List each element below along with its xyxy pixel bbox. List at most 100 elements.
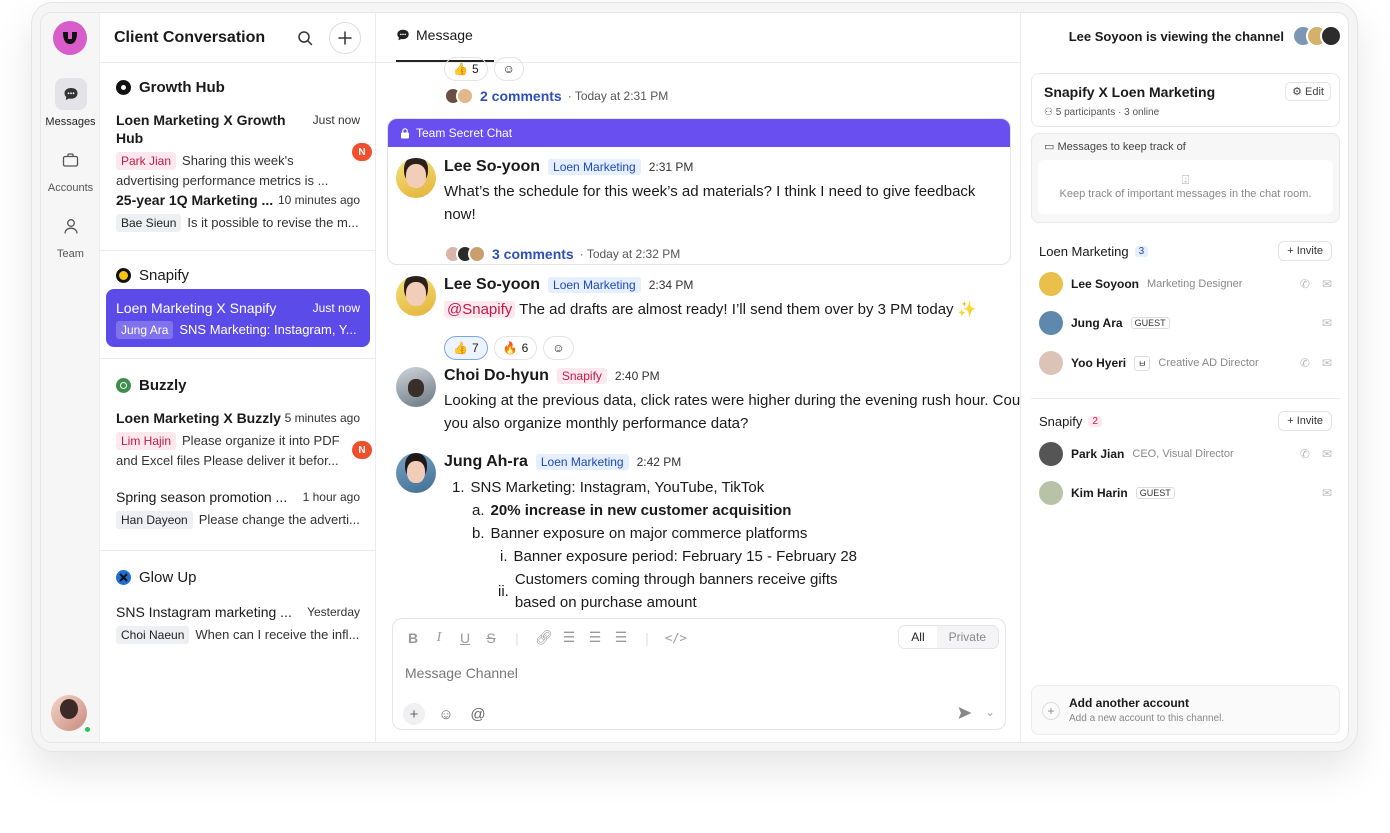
search-icon [298, 30, 313, 45]
thread-summary[interactable]: 2 comments · Today at 2:31 PM [444, 87, 668, 105]
user-avatar[interactable] [51, 695, 87, 731]
member-row[interactable]: Lee Soyoon Marketing Designer ✆ ✉ [1039, 271, 1332, 297]
member-name: Park Jian [1071, 447, 1125, 461]
inbox-icon: ⍗ [1181, 172, 1190, 187]
channel-title: Snapify X Loen Marketing [1044, 84, 1216, 100]
reaction-row: 👍 5 ☺ [444, 57, 524, 81]
org-icon: ㅂ [1134, 355, 1151, 371]
message-time: 2:40 PM [614, 369, 660, 383]
conversation-item[interactable]: Loen Marketing X Growth Hub Just now Park… [106, 111, 372, 191]
emoji-icon[interactable]: ☺ [435, 703, 457, 725]
people-icon: ⚇ [1044, 107, 1056, 118]
conversation-time: 1 hour ago [302, 490, 360, 504]
member-row[interactable]: Jung Ara GUEST ✉ [1039, 310, 1332, 336]
conversation-item-selected[interactable]: Loen Marketing X Snapify Just now Jung Ar… [106, 289, 370, 347]
mail-icon[interactable]: ✉ [1322, 356, 1332, 370]
mail-icon[interactable]: ✉ [1322, 277, 1332, 291]
visibility-toggle: All Private [898, 625, 999, 649]
list-item: Banner exposure on major commerce platfo… [490, 525, 808, 542]
underline-icon[interactable]: U [457, 630, 473, 646]
divider [100, 550, 376, 551]
chevron-down-icon[interactable]: ⌄ [985, 705, 995, 719]
invite-button[interactable]: + Invite [1278, 241, 1332, 261]
search-button[interactable] [289, 22, 321, 54]
strikethrough-icon[interactable]: S [483, 630, 499, 646]
code-icon[interactable]: </> [665, 631, 687, 645]
reaction-thumbs-up[interactable]: 👍 5 [444, 57, 488, 81]
conversation-item[interactable]: Spring season promotion ... 1 hour ago Ha… [106, 488, 370, 530]
avatar[interactable] [396, 276, 436, 316]
message-input[interactable]: Message Channel [405, 665, 518, 681]
tracked-messages-card: ▭ Messages to keep track of ⍗ Keep track … [1031, 133, 1340, 223]
member-row[interactable]: Kim Harin GUEST ✉ [1039, 480, 1332, 506]
mention-icon[interactable]: @ [467, 703, 489, 725]
add-account-card[interactable]: + Add another account Add a new account … [1031, 685, 1340, 735]
conversation-title: Loen Marketing X Buzzly [116, 410, 281, 426]
reaction-fire[interactable]: 🔥 6 [493, 336, 538, 360]
buzzly-logo-icon [116, 378, 131, 393]
sender-name[interactable]: Choi Do-hyun [444, 367, 549, 385]
reaction-row: 👍 7 🔥 6 ☺ [444, 336, 574, 360]
tab-message[interactable]: Message [396, 27, 473, 43]
phone-icon[interactable]: ✆ [1300, 447, 1310, 461]
mail-icon[interactable]: ✉ [1322, 447, 1332, 461]
conversation-snippet: When can I receive the infl... [195, 627, 360, 642]
conversation-title: 25-year 1Q Marketing ... [116, 192, 274, 208]
mail-icon[interactable]: ✉ [1322, 316, 1332, 330]
phone-icon[interactable]: ✆ [1300, 356, 1310, 370]
invite-button[interactable]: + Invite [1278, 411, 1332, 431]
visibility-private[interactable]: Private [936, 626, 998, 648]
send-icon[interactable] [957, 705, 973, 726]
ordered-list-icon[interactable]: ☰ [561, 629, 577, 646]
secret-chat-label: Team Secret Chat [416, 126, 513, 140]
org-chip: Loen Marketing [535, 454, 629, 470]
sender-tag: Jung Ara [116, 321, 174, 339]
visibility-all[interactable]: All [899, 626, 937, 648]
group-name: Snapify [139, 267, 190, 284]
thread-summary[interactable]: 3 comments · Today at 2:32 PM [444, 245, 680, 263]
add-reaction-button[interactable]: ☺ [543, 336, 574, 360]
section-name: Snapify [1039, 413, 1083, 429]
avatar[interactable] [396, 453, 436, 493]
rail-messages[interactable]: Messages [41, 78, 100, 128]
phone-icon[interactable]: ✆ [1300, 277, 1310, 291]
mail-icon[interactable]: ✉ [1322, 486, 1332, 500]
member-role: CEO, Visual Director [1132, 448, 1234, 460]
avatar[interactable] [396, 367, 436, 407]
sender-name[interactable]: Lee So-yoon [444, 276, 540, 294]
attach-plus-icon[interactable]: + [403, 703, 425, 725]
thumbs-up-icon: 👍 [453, 62, 468, 76]
member-row[interactable]: Park Jian CEO, Visual Director ✆ ✉ [1039, 441, 1332, 467]
conversation-title: Loen Marketing X Growth Hub [116, 112, 286, 146]
member-row[interactable]: Yoo Hyeri ㅂ Creative AD Director ✆ ✉ [1039, 350, 1332, 376]
app-logo[interactable] [53, 21, 87, 55]
avatar[interactable] [396, 158, 436, 198]
conversation-snippet: SNS Marketing: Instagram, Y... [179, 322, 357, 337]
link-icon[interactable]: 🔗︎ [535, 629, 553, 646]
divider [100, 250, 376, 251]
italic-icon[interactable]: I [431, 630, 447, 646]
conversation-item[interactable]: Loen Marketing X Buzzly 5 minutes ago Lim… [106, 409, 372, 471]
member-name: Lee Soyoon [1071, 277, 1140, 291]
toolbar-divider: | [645, 629, 649, 646]
divider [1031, 398, 1340, 399]
conversation-item[interactable]: SNS Instagram marketing ... Yesterday Cho… [106, 603, 370, 645]
new-conversation-button[interactable] [329, 21, 361, 54]
add-account-title: Add another account [1069, 696, 1190, 710]
bullet-list-icon[interactable]: ☰ [587, 629, 603, 646]
sender-name[interactable]: Lee So-yoon [444, 158, 540, 176]
add-reaction-button[interactable]: ☺ [493, 57, 524, 81]
indent-icon[interactable]: ☰ [613, 629, 629, 646]
bold-icon[interactable]: B [405, 630, 421, 646]
sender-name[interactable]: Jung Ah-ra [444, 453, 528, 471]
list-item: Banner exposure period: February 15 - Fe… [513, 548, 858, 565]
mention[interactable]: @Snapify [444, 301, 516, 318]
org-chip: Loen Marketing [548, 277, 641, 293]
rail-team[interactable]: Team [41, 210, 100, 260]
rail-accounts[interactable]: Accounts [41, 144, 100, 194]
reaction-thumbs-up[interactable]: 👍 7 [444, 336, 488, 360]
conversation-item[interactable]: 25-year 1Q Marketing ... 10 minutes ago B… [106, 191, 370, 233]
edit-button[interactable]: ⚙ Edit [1285, 82, 1331, 101]
rail-accounts-label: Accounts [47, 182, 94, 194]
growth-hub-logo-icon [116, 80, 131, 95]
